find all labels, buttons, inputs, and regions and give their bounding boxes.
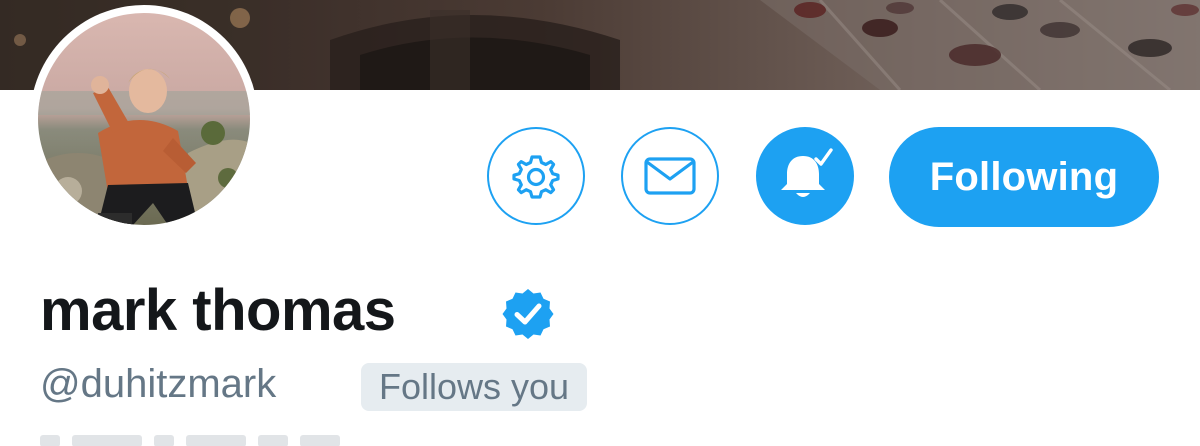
following-button[interactable]: Following — [889, 127, 1159, 227]
gear-icon — [512, 155, 560, 199]
verified-badge-icon — [502, 289, 554, 339]
follows-you-badge: Follows you — [361, 363, 588, 411]
direct-message-button[interactable] — [621, 127, 719, 225]
bell-check-icon — [781, 148, 833, 197]
notifications-toggle-button[interactable] — [756, 127, 854, 225]
profile-settings-button[interactable] — [487, 127, 585, 225]
profile-bio-cutoff — [40, 434, 980, 446]
avatar-photo — [38, 13, 250, 225]
envelope-icon — [644, 157, 696, 195]
profile-header: Following mark thomas @duhitzmark Follow… — [0, 0, 1200, 446]
profile-handle: @duhitzmark — [40, 362, 277, 406]
avatar[interactable] — [30, 5, 258, 233]
profile-display-name: mark thomas — [40, 278, 396, 343]
